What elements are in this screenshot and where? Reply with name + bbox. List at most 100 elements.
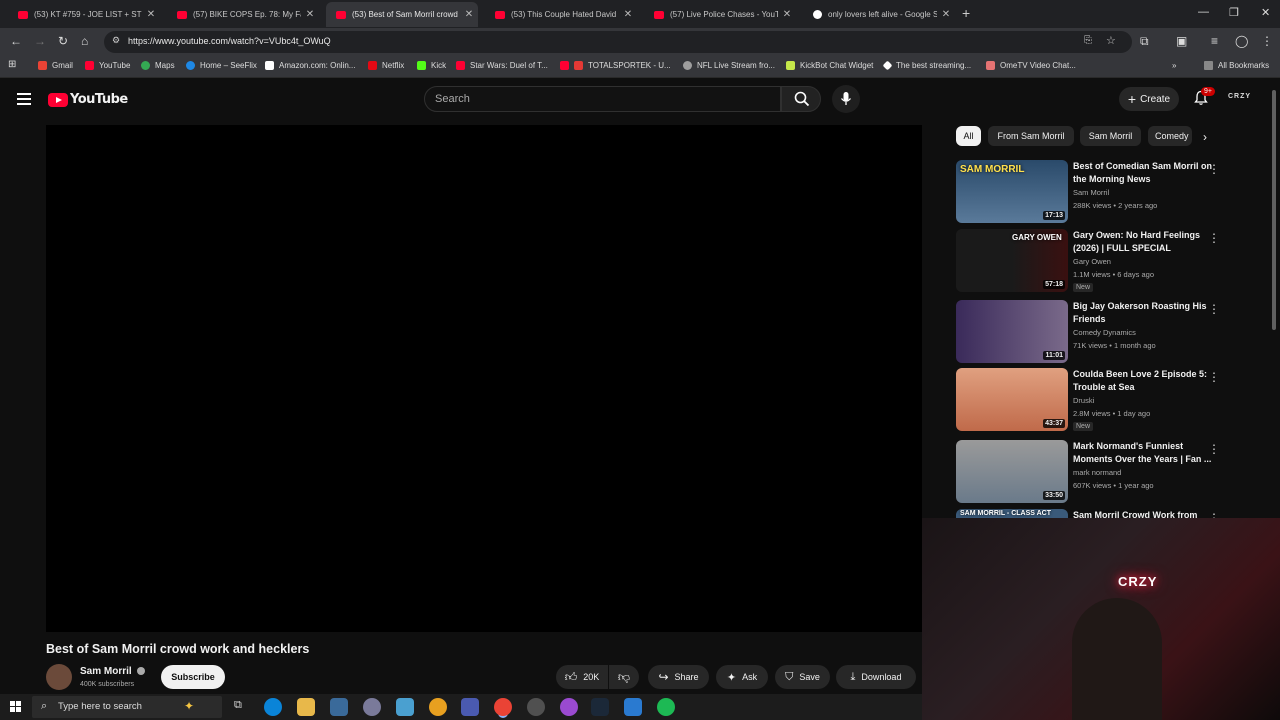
close-window-icon[interactable]: ✕ — [1261, 6, 1270, 19]
bookmark-seeflix[interactable]: Home – SeeFlix — [186, 61, 257, 70]
more-actions-icon[interactable]: ⋮ — [1208, 442, 1220, 456]
share-button[interactable]: ↪ Share — [648, 665, 709, 689]
video-player[interactable] — [46, 125, 922, 632]
close-icon[interactable]: ✕ — [619, 9, 637, 20]
recommendation-item[interactable]: SAM MORRIL 17:13 Best of Comedian Sam Mo… — [956, 160, 1226, 224]
scrollbar[interactable] — [1272, 90, 1276, 330]
file-explorer-icon[interactable] — [297, 698, 315, 716]
video-thumbnail[interactable]: GARY OWEN 57:18 — [956, 229, 1068, 292]
windows-start-icon[interactable] — [10, 701, 22, 713]
account-avatar[interactable]: CRZY — [1228, 93, 1251, 100]
browser-tab[interactable]: (57) Live Police Chases - YouTub ✕ — [644, 2, 796, 27]
maximize-icon[interactable]: ❐ — [1229, 6, 1239, 19]
recommendation-title[interactable]: Sam Morril Crowd Work from — [1073, 509, 1213, 518]
search-input[interactable]: Search — [424, 86, 781, 112]
steam-icon[interactable] — [591, 698, 609, 716]
calculator-icon[interactable] — [330, 698, 348, 716]
recommendation-channel[interactable]: mark normand — [1073, 468, 1121, 477]
dislike-button[interactable]: 👎︎ — [609, 665, 639, 689]
recommendation-channel[interactable]: Comedy Dynamics — [1073, 328, 1136, 337]
ask-button[interactable]: ✦ Ask — [716, 665, 768, 689]
search-button[interactable] — [781, 86, 821, 112]
video-thumbnail[interactable]: 43:37 — [956, 368, 1068, 431]
browser-tab[interactable]: (53) This Couple Hated David Lu ✕ — [485, 2, 637, 27]
recommendation-item[interactable]: GARY OWEN 57:18 Gary Owen: No Hard Feeli… — [956, 229, 1226, 293]
recommendation-title[interactable]: Gary Owen: No Hard Feelings (2026) | FUL… — [1073, 229, 1213, 255]
recommendation-channel[interactable]: Gary Owen — [1073, 257, 1111, 266]
voice-search-button[interactable] — [832, 85, 860, 113]
more-actions-icon[interactable]: ⋮ — [1208, 231, 1220, 245]
video-thumbnail[interactable]: 33:50 — [956, 440, 1068, 503]
chrome-icon[interactable] — [494, 698, 512, 716]
more-actions-icon[interactable]: ⋮ — [1208, 370, 1220, 384]
spotify-icon[interactable] — [657, 698, 675, 716]
recommendation-channel[interactable]: Sam Morril — [1073, 188, 1109, 197]
apps-icon[interactable]: ⊞ — [8, 59, 16, 70]
browser-tab[interactable]: only lovers left alive - Google Se ✕ — [803, 2, 955, 27]
minimize-icon[interactable]: — — [1198, 6, 1209, 18]
install-icon[interactable]: ⎘ — [1084, 35, 1092, 46]
chip-all[interactable]: All — [956, 126, 981, 146]
bookmark-starwars[interactable]: Star Wars: Duel of T... — [456, 61, 548, 70]
home-icon[interactable]: ⌂ — [81, 34, 88, 48]
all-bookmarks[interactable]: All Bookmarks — [1204, 61, 1269, 70]
more-actions-icon[interactable]: ⋮ — [1208, 302, 1220, 316]
recommendation-title[interactable]: Mark Normand's Funniest Moments Over the… — [1073, 440, 1213, 466]
bookmark-gmail[interactable]: Gmail — [38, 61, 73, 70]
browser-tab[interactable]: (57) BIKE COPS Ep. 78: My Faceb ✕ — [167, 2, 319, 27]
app-icon[interactable] — [396, 698, 414, 716]
chip-sam-morril[interactable]: Sam Morril — [1080, 126, 1141, 146]
recommendation-title[interactable]: Big Jay Oakerson Roasting His Friends — [1073, 300, 1213, 326]
subscribe-button[interactable]: Subscribe — [161, 665, 225, 689]
close-icon[interactable]: ✕ — [460, 9, 478, 20]
extensions-icon[interactable]: ⧉ — [1140, 34, 1149, 49]
video-thumbnail[interactable]: SAM MORRIL - CLASS ACT — [956, 509, 1068, 518]
app-icon[interactable] — [461, 698, 479, 716]
reload-icon[interactable]: ↻ — [58, 34, 68, 48]
app-icon[interactable] — [429, 698, 447, 716]
channel-avatar[interactable] — [46, 664, 72, 690]
close-icon[interactable]: ✕ — [937, 9, 955, 20]
chip-comedy[interactable]: Comedy — [1148, 126, 1192, 146]
browser-tab-active[interactable]: (53) Best of Sam Morril crowd w ✕ — [326, 2, 478, 27]
bookmark-kick[interactable]: Kick — [417, 61, 446, 70]
bookmark-totalsportek[interactable]: TOTALSPORTEK - U... — [560, 61, 671, 70]
close-icon[interactable]: ✕ — [301, 9, 319, 20]
profile-icon[interactable]: ◯ — [1235, 34, 1248, 48]
recommendation-title[interactable]: Coulda Been Love 2 Episode 5: Trouble at… — [1073, 368, 1213, 394]
recommendation-item[interactable]: 33:50 Mark Normand's Funniest Moments Ov… — [956, 440, 1226, 504]
bookmark-kickbot[interactable]: KickBot Chat Widget — [786, 61, 873, 70]
like-button[interactable]: 👍︎ 20K — [556, 665, 608, 689]
video-thumbnail[interactable]: SAM MORRIL 17:13 — [956, 160, 1068, 223]
more-bookmarks-icon[interactable]: » — [1172, 61, 1176, 70]
recommendation-item[interactable]: 43:37 Coulda Been Love 2 Episode 5: Trou… — [956, 368, 1226, 432]
forward-icon[interactable]: → — [34, 34, 46, 48]
bookmark-maps[interactable]: Maps — [141, 61, 175, 70]
bookmark-ometv[interactable]: OmeTV Video Chat... — [986, 61, 1076, 70]
chevron-right-icon[interactable]: › — [1203, 130, 1207, 144]
back-icon[interactable]: ← — [10, 34, 22, 48]
new-tab-button[interactable]: + — [962, 5, 970, 21]
bookmark-streaming[interactable]: The best streaming... — [882, 60, 971, 71]
bookmark-star-icon[interactable]: ☆ — [1106, 34, 1116, 47]
hamburger-menu-icon[interactable] — [17, 93, 31, 105]
close-icon[interactable]: ✕ — [142, 9, 160, 20]
site-info-icon[interactable]: ⚙ — [112, 35, 120, 46]
edge-icon[interactable] — [264, 698, 282, 716]
download-button[interactable]: ⤓ Download — [836, 665, 916, 689]
recommendation-item[interactable]: 11:01 Big Jay Oakerson Roasting His Frie… — [956, 300, 1226, 364]
app-icon[interactable] — [560, 698, 578, 716]
chip-from-channel[interactable]: From Sam Morril — [988, 126, 1074, 146]
app-icon[interactable] — [624, 698, 642, 716]
video-thumbnail[interactable]: 11:01 — [956, 300, 1068, 363]
app-icon[interactable] — [363, 698, 381, 716]
bookmark-youtube[interactable]: YouTube — [85, 61, 130, 70]
recommendation-item[interactable]: SAM MORRIL - CLASS ACT Sam Morril Crowd … — [956, 509, 1226, 518]
more-actions-icon[interactable]: ⋮ — [1208, 511, 1220, 518]
create-button[interactable]: + Create — [1119, 87, 1179, 111]
browser-tab[interactable]: (53) KT #759 - JOE LIST + STEVE ✕ — [8, 2, 160, 27]
more-menu-icon[interactable]: ⋮ — [1261, 34, 1273, 48]
more-actions-icon[interactable]: ⋮ — [1208, 162, 1220, 176]
task-view-icon[interactable]: ⧉ — [234, 699, 242, 712]
recommendation-channel[interactable]: Druski — [1073, 396, 1094, 405]
